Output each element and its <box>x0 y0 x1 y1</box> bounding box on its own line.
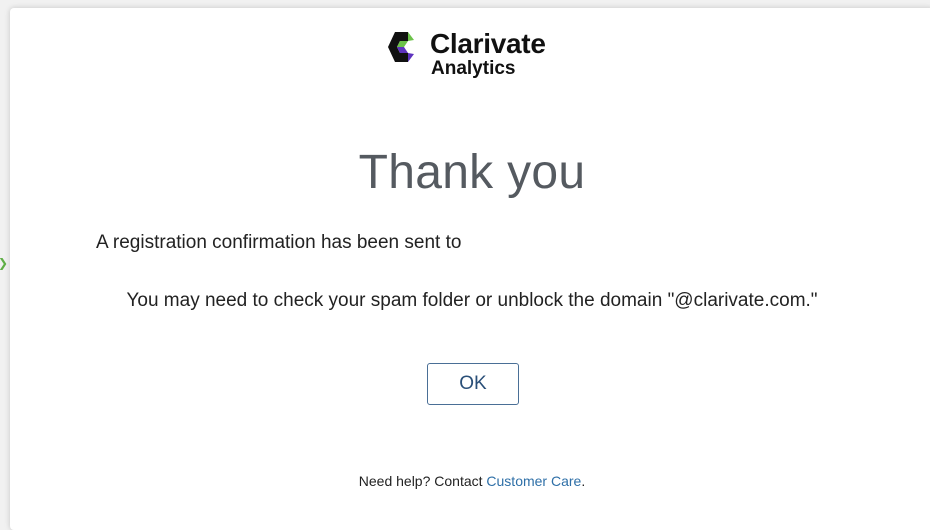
confirmation-message: A registration confirmation has been sen… <box>96 232 462 253</box>
dialog-title: Thank you <box>358 146 586 199</box>
help-text: Need help? Contact Customer Care. <box>10 472 930 490</box>
ok-button[interactable]: OK <box>427 363 519 405</box>
logo-subtitle: Analytics <box>431 58 516 79</box>
logo-wordmark: Clarivate <box>430 28 546 59</box>
help-suffix: . <box>581 473 586 489</box>
customer-care-link[interactable]: Customer Care <box>486 473 581 489</box>
spam-folder-message: You may need to check your spam folder o… <box>126 290 818 311</box>
help-prefix: Need help? Contact <box>358 473 487 489</box>
confirmation-dialog: Clarivate Analytics Thank you A registra… <box>10 8 930 530</box>
clarivate-logo: Clarivate Analytics <box>386 24 566 88</box>
clarivate-logo-icon <box>388 32 414 62</box>
chevron-right-icon: ❯ <box>0 256 8 270</box>
